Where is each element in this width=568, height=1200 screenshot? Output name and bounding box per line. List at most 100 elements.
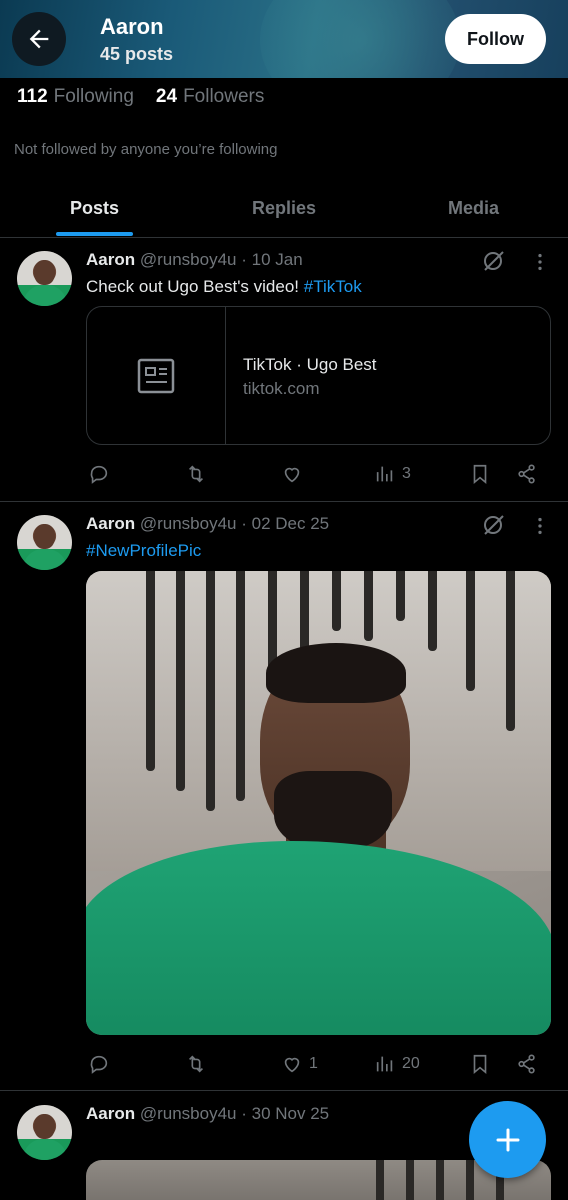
header-name: Aaron (100, 14, 164, 39)
photo-slat (466, 571, 475, 691)
header-post-count: 45 posts (100, 44, 174, 64)
link-card-title: TikTok · Ugo Best (243, 355, 377, 374)
post-divider (0, 1090, 568, 1091)
avatar-shirt (23, 1139, 67, 1160)
repost-icon (188, 1055, 204, 1073)
article-icon (137, 358, 175, 393)
photo-slat (466, 1160, 474, 1200)
photo-slat (396, 571, 405, 621)
photo-slat (146, 571, 155, 771)
photo-person-hair (266, 643, 406, 703)
reply-icon (90, 1055, 108, 1074)
avatar-face (34, 260, 55, 285)
avatar-face (34, 1114, 55, 1139)
like-button[interactable]: 1 (281, 1049, 318, 1079)
post-date: · 30 Nov 25 (241, 1104, 330, 1123)
post-text: Check out Ugo Best's video! #TikTok (86, 277, 362, 297)
more-vertical-icon[interactable] (529, 515, 551, 537)
bookmark-button[interactable] (469, 459, 491, 489)
repost-icon (188, 465, 204, 483)
following-count: 112 (17, 86, 48, 107)
share-button[interactable] (516, 1049, 538, 1079)
post-divider (0, 501, 568, 502)
post-text: #NewProfilePic (86, 541, 201, 561)
views-count: 20 (402, 1055, 420, 1072)
followers-link[interactable]: 24 Followers (156, 86, 264, 108)
avatar[interactable] (17, 1105, 72, 1160)
compose-button[interactable] (469, 1101, 546, 1178)
photo-slat (506, 571, 515, 731)
views-button[interactable]: 20 (374, 1049, 420, 1079)
hashtag-link[interactable]: #NewProfilePic (86, 541, 201, 560)
avatar-shirt (23, 549, 67, 570)
hashtag-link[interactable]: #TikTok (304, 277, 362, 296)
post-author-handle: @runsboy4u (139, 250, 237, 269)
repost-button[interactable] (185, 1049, 207, 1079)
bookmark-icon (473, 1054, 487, 1075)
link-card-thumbnail (87, 307, 226, 444)
post-body: Check out Ugo Best's video! (86, 277, 304, 296)
post-header: Aaron @runsboy4u · 02 Dec 25 (86, 514, 329, 534)
plus-icon (496, 1128, 519, 1151)
post-date: · 10 Jan (241, 250, 303, 269)
views-icon (376, 1056, 393, 1072)
followers-label: Followers (183, 86, 265, 107)
photo-slat (406, 1160, 414, 1200)
back-button[interactable] (12, 12, 66, 66)
photo-slat (206, 571, 215, 811)
photo-slat (176, 571, 185, 791)
post-actions: 1 20 (86, 1049, 551, 1079)
heart-icon (284, 1057, 300, 1073)
tab-media[interactable]: Media (379, 180, 568, 237)
arrow-left-icon (29, 29, 49, 49)
avatar-shirt (23, 285, 67, 306)
post-photo[interactable] (86, 571, 551, 1035)
tab-posts[interactable]: Posts (0, 180, 189, 237)
photo-slat (436, 1160, 444, 1200)
follow-button[interactable]: Follow (445, 14, 546, 64)
photo-slat (376, 1160, 384, 1200)
grok-icon[interactable] (482, 249, 506, 273)
post-author-handle: @runsboy4u (139, 514, 237, 533)
profile-tabs: Posts Replies Media (0, 180, 568, 238)
post-author-name[interactable]: Aaron (86, 1104, 135, 1123)
post-author-handle: @runsboy4u (139, 1104, 237, 1123)
share-button[interactable] (516, 459, 538, 489)
photo-slat (332, 571, 341, 631)
more-vertical-icon[interactable] (529, 251, 551, 273)
post-author-name[interactable]: Aaron (86, 514, 135, 533)
post-actions: 3 (86, 459, 551, 489)
link-preview-card[interactable]: TikTok · Ugo Best tiktok.com (86, 306, 551, 445)
views-count: 3 (402, 465, 411, 482)
likes-count: 1 (309, 1055, 318, 1072)
like-button[interactable] (281, 459, 303, 489)
profile-header: Aaron 45 posts Follow (0, 0, 568, 78)
link-card-domain: tiktok.com (243, 379, 320, 398)
following-link[interactable]: 112 Following (17, 86, 134, 108)
follow-stats: 112 Following 24 Followers (17, 86, 264, 108)
avatar[interactable] (17, 515, 72, 570)
views-button[interactable]: 3 (374, 459, 411, 489)
post-header: Aaron @runsboy4u · 10 Jan (86, 250, 303, 270)
post-author-name[interactable]: Aaron (86, 250, 135, 269)
share-icon (518, 1054, 535, 1074)
photo-person-beard (274, 771, 392, 851)
bookmark-icon (473, 464, 487, 485)
not-followed-text: Not followed by anyone you’re following (14, 141, 278, 158)
share-icon (518, 464, 535, 484)
grok-icon[interactable] (482, 513, 506, 537)
views-icon (376, 466, 393, 482)
photo-slat (236, 571, 245, 801)
reply-button[interactable] (88, 1049, 110, 1079)
reply-button[interactable] (88, 459, 110, 489)
header-banner-glow (260, 0, 460, 78)
avatar[interactable] (17, 251, 72, 306)
bookmark-button[interactable] (469, 1049, 491, 1079)
followers-count: 24 (155, 86, 178, 107)
photo-slat (364, 571, 373, 641)
post-date: · 02 Dec 25 (241, 514, 330, 533)
tab-replies[interactable]: Replies (189, 180, 379, 237)
active-tab-indicator (56, 232, 133, 236)
post-header: Aaron @runsboy4u · 30 Nov 25 (86, 1104, 329, 1124)
repost-button[interactable] (185, 459, 207, 489)
